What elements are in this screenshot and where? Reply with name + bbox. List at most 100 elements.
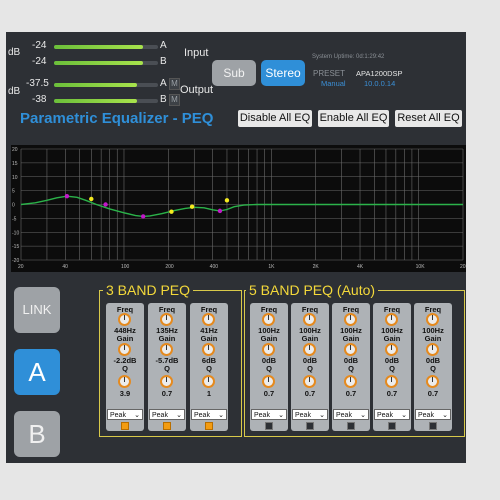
q-knob[interactable] [345, 376, 356, 387]
peq-band-8: Freq 100Hz Gain 0dB Q 0.7 Peak ⌄ [414, 303, 452, 431]
output-a-mute-button[interactable]: M [169, 78, 180, 90]
q-value: 0.7 [304, 389, 316, 398]
q-label: Q [430, 364, 436, 373]
channel-a-button[interactable]: A [14, 349, 60, 395]
chevron-down-icon: ⌄ [176, 412, 182, 419]
peq-panel: dB -24 A -24 B Input dB -37.5 A M -38 B … [6, 32, 466, 463]
band-enable-checkbox[interactable] [429, 422, 437, 430]
filter-type-select[interactable]: Peak ⌄ [107, 409, 143, 420]
freq-knob[interactable] [345, 314, 356, 325]
reset-all-eq-button[interactable]: Reset All EQ [395, 110, 462, 127]
input-a-meter-fill [54, 45, 144, 49]
channel-b-button[interactable]: B [14, 411, 60, 457]
q-value: 0.7 [161, 389, 173, 398]
band-enable-checkbox[interactable] [163, 422, 171, 430]
sub-button[interactable]: Sub [212, 60, 256, 86]
band-point-1 [64, 193, 70, 199]
eq-curve-plot[interactable]: 20151050-5-10-15-2020 40 100 200 400 1K 2K 4K 10… [11, 145, 466, 272]
peq-band-3: Freq 41Hz Gain 6dB Q 1 Peak ⌄ [190, 303, 228, 431]
filter-type-value: Peak [110, 412, 126, 419]
firmware-version: 10.0.0.14 [364, 79, 396, 88]
gain-knob[interactable] [304, 344, 315, 355]
band-enable-checkbox[interactable] [265, 422, 273, 430]
x-tick-label: 200 [165, 264, 174, 270]
filter-type-select[interactable]: Peak ⌄ [333, 409, 369, 420]
x-tick-label: 1K [268, 264, 275, 270]
freq-knob[interactable] [203, 314, 214, 325]
freq-knob[interactable] [386, 314, 397, 325]
gain-knob[interactable] [386, 344, 397, 355]
peq-band-5: Freq 100Hz Gain 0dB Q 0.7 Peak ⌄ [291, 303, 329, 431]
x-tick-label: 40 [62, 264, 68, 270]
band-enable-checkbox[interactable] [205, 422, 213, 430]
q-knob[interactable] [427, 376, 438, 387]
freq-knob[interactable] [161, 314, 172, 325]
band-enable-checkbox[interactable] [347, 422, 355, 430]
freq-label: Freq [342, 305, 360, 314]
q-knob[interactable] [119, 376, 130, 387]
band-point-3 [140, 214, 146, 219]
preset-value: Manual [321, 79, 346, 88]
chevron-down-icon: ⌄ [278, 412, 284, 419]
enable-all-eq-button[interactable]: Enable All EQ [318, 110, 389, 127]
disable-all-eq-button[interactable]: Disable All EQ [238, 110, 312, 127]
filter-type-select[interactable]: Peak ⌄ [149, 409, 185, 420]
filter-type-value: Peak [377, 412, 393, 419]
freq-label: Freq [116, 305, 134, 314]
gain-knob[interactable] [263, 344, 274, 355]
input-b-channel: B [160, 56, 167, 67]
gain-label: Gain [342, 334, 360, 343]
q-knob[interactable] [161, 376, 172, 387]
freq-knob[interactable] [119, 314, 130, 325]
band-enable-checkbox[interactable] [388, 422, 396, 430]
gain-knob[interactable] [203, 344, 214, 355]
gain-label: Gain [424, 334, 442, 343]
x-tick-label: 4K [357, 264, 364, 270]
y-tick-label: 20 [12, 147, 18, 153]
freq-knob[interactable] [263, 314, 274, 325]
gain-knob[interactable] [427, 344, 438, 355]
x-tick-label: 2K [313, 264, 320, 270]
output-b-mute-button[interactable]: M [169, 94, 180, 106]
input-b-meter [54, 61, 158, 65]
q-knob[interactable] [386, 376, 397, 387]
gain-knob[interactable] [119, 344, 130, 355]
filter-type-select[interactable]: Peak ⌄ [292, 409, 328, 420]
filter-type-select[interactable]: Peak ⌄ [191, 409, 227, 420]
q-label: Q [122, 364, 128, 373]
link-button[interactable]: LINK [14, 287, 60, 333]
five-band-peq-title: 5 BAND PEQ (Auto) [246, 282, 379, 298]
output-label: Output [180, 84, 214, 96]
q-label: Q [307, 364, 313, 373]
freq-knob[interactable] [304, 314, 315, 325]
filter-type-value: Peak [295, 412, 311, 419]
gain-label: Gain [158, 334, 176, 343]
peq-band-1: Freq 448Hz Gain -2.2dB Q 3.9 Peak ⌄ [106, 303, 144, 431]
q-value: 3.9 [119, 389, 131, 398]
band-enable-checkbox[interactable] [121, 422, 129, 430]
stereo-button[interactable]: Stereo [261, 60, 305, 86]
band-point-4 [217, 208, 223, 214]
q-label: Q [389, 364, 395, 373]
x-tick-label: 20 [18, 264, 24, 270]
gain-knob[interactable] [345, 344, 356, 355]
gain-knob[interactable] [161, 344, 172, 355]
freq-knob[interactable] [427, 314, 438, 325]
q-knob[interactable] [203, 376, 214, 387]
q-label: Q [206, 364, 212, 373]
eq-response-graph[interactable]: 20 15 10 5 0 -5 -10 -15 -20 20 40 100 200 400 1K 2K 4K 10… [11, 145, 466, 272]
y-tick-label: -10 [12, 230, 19, 236]
db-label-output: dB [8, 86, 21, 97]
filter-type-select[interactable]: Peak ⌄ [415, 409, 451, 420]
chevron-down-icon: ⌄ [360, 412, 366, 419]
freq-label: Freq [200, 305, 218, 314]
peq-band-7: Freq 100Hz Gain 0dB Q 0.7 Peak ⌄ [373, 303, 411, 431]
band-enable-checkbox[interactable] [306, 422, 314, 430]
y-tick-label: 5 [12, 189, 15, 195]
filter-type-select[interactable]: Peak ⌄ [251, 409, 287, 420]
filter-type-select[interactable]: Peak ⌄ [374, 409, 410, 420]
peq-band-4: Freq 100Hz Gain 0dB Q 0.7 Peak ⌄ [250, 303, 288, 431]
filter-type-value: Peak [336, 412, 352, 419]
q-knob[interactable] [263, 376, 274, 387]
q-knob[interactable] [304, 376, 315, 387]
